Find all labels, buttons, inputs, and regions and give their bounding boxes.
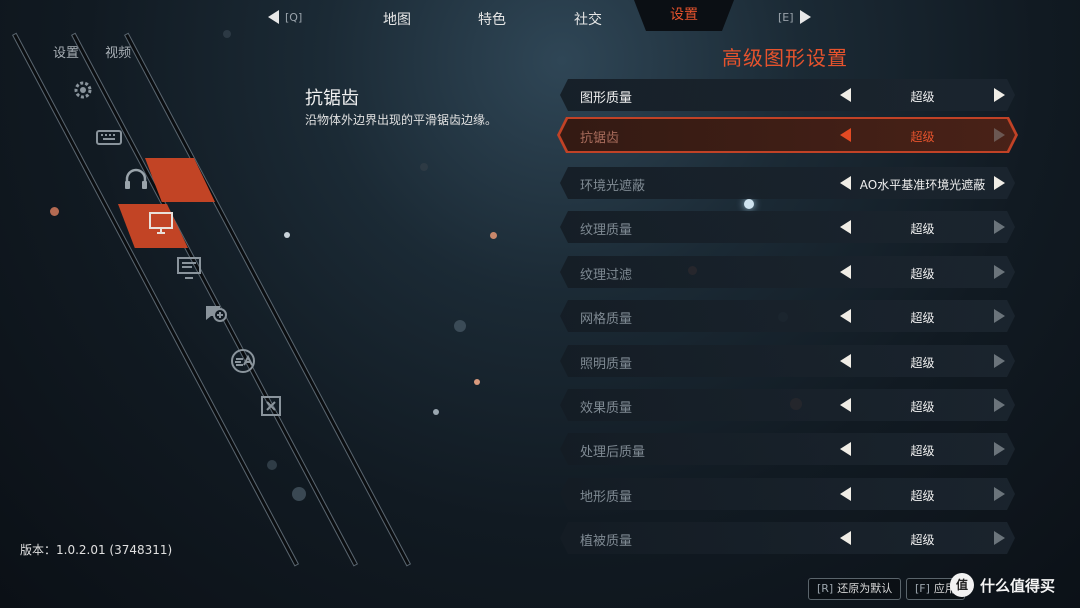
- setting-row-texture-quality[interactable]: 纹理质量 超级: [560, 211, 1015, 243]
- next-tab-hint[interactable]: [E]: [778, 10, 811, 24]
- setting-label: 植被质量: [580, 534, 633, 549]
- arrow-left-icon[interactable]: [840, 88, 851, 102]
- setting-row-effects-quality[interactable]: 效果质量 超级: [560, 389, 1015, 421]
- setting-label: 地形质量: [580, 490, 633, 505]
- arrow-left-icon[interactable]: [840, 309, 851, 323]
- tab-map[interactable]: 地图: [383, 9, 411, 29]
- setting-label: 抗锯齿: [580, 131, 620, 146]
- watermark-badge: 值: [950, 573, 974, 597]
- setting-label: 环境光遮蔽: [580, 179, 646, 194]
- breadcrumb-settings[interactable]: 设置: [53, 46, 79, 61]
- arrow-left-icon[interactable]: [840, 176, 851, 190]
- breadcrumb-video[interactable]: 视频: [105, 46, 131, 61]
- active-category-highlight: [145, 158, 215, 202]
- bokeh-particle: [744, 199, 754, 209]
- setting-value: 超级: [910, 130, 935, 144]
- arrow-left-icon[interactable]: [840, 487, 851, 501]
- option-description-text: 沿物体外边界出现的平滑锯齿边缘。: [305, 113, 498, 127]
- chat-plus-icon[interactable]: [201, 302, 231, 332]
- keyboard-icon[interactable]: [94, 124, 124, 154]
- setting-row-graphics-quality[interactable]: 图形质量 超级: [560, 79, 1015, 111]
- prev-key-label: [Q]: [285, 10, 303, 24]
- version-label: 版本：1.0.2.01 (3748311): [20, 543, 173, 557]
- bokeh-particle: [433, 409, 439, 415]
- arrow-right-icon[interactable]: [994, 309, 1005, 323]
- close-box-icon[interactable]: [256, 394, 286, 424]
- watermark: 值 什么值得买: [950, 572, 1070, 598]
- headphones-icon[interactable]: [121, 167, 151, 197]
- setting-row-vegetation-quality[interactable]: 植被质量 超级: [560, 522, 1015, 554]
- arrow-left-icon[interactable]: [840, 442, 851, 456]
- arrow-right-icon[interactable]: [994, 487, 1005, 501]
- arrow-right-icon[interactable]: [994, 265, 1005, 279]
- setting-row-terrain-quality[interactable]: 地形质量 超级: [560, 478, 1015, 510]
- watermark-text: 什么值得买: [980, 576, 1056, 595]
- prev-tab-hint[interactable]: [Q]: [268, 10, 302, 24]
- bokeh-particle: [490, 232, 497, 239]
- panel-title: 高级图形设置: [722, 46, 848, 70]
- bokeh-particle: [50, 207, 59, 216]
- arrow-left-icon[interactable]: [840, 354, 851, 368]
- arrow-left-icon[interactable]: [840, 265, 851, 279]
- setting-value: 超级: [910, 444, 935, 458]
- setting-value: 超级: [910, 90, 935, 104]
- bokeh-particle: [267, 460, 277, 470]
- arrow-left-icon[interactable]: [840, 128, 851, 142]
- arrow-right-icon[interactable]: [994, 88, 1005, 102]
- setting-row-anti-aliasing[interactable]: 抗锯齿 超级: [560, 119, 1015, 151]
- apply-key-label: [F]: [915, 582, 930, 595]
- bokeh-particle: [284, 232, 290, 238]
- arrow-right-icon: [799, 10, 811, 24]
- setting-row-ambient-occlusion[interactable]: 环境光遮蔽 AO水平基准环境光遮蔽: [560, 167, 1015, 199]
- setting-value: 超级: [910, 311, 935, 325]
- decorative-slash: [13, 34, 298, 566]
- setting-value: 超级: [910, 400, 935, 414]
- setting-value: 超级: [910, 356, 935, 370]
- setting-value: 超级: [910, 222, 935, 236]
- setting-value: 超级: [910, 533, 935, 547]
- setting-row-post-processing-quality[interactable]: 处理后质量 超级: [560, 433, 1015, 465]
- bokeh-particle: [420, 163, 428, 171]
- arrow-right-icon[interactable]: [994, 531, 1005, 545]
- bokeh-particle: [474, 379, 480, 385]
- setting-row-lighting-quality[interactable]: 照明质量 超级: [560, 345, 1015, 377]
- setting-label: 网格质量: [580, 312, 633, 327]
- reset-label: 还原为默认: [837, 582, 893, 595]
- arrow-left-icon: [268, 10, 279, 24]
- reset-defaults-button[interactable]: [R] 还原为默认: [808, 578, 902, 600]
- setting-label: 图形质量: [580, 91, 633, 106]
- option-description-title: 抗锯齿: [305, 88, 359, 109]
- arrow-right-icon[interactable]: [994, 354, 1005, 368]
- tab-settings[interactable]: 设置: [634, 0, 734, 31]
- tab-features[interactable]: 特色: [478, 9, 506, 29]
- monitor-icon[interactable]: [146, 211, 176, 241]
- gear-icon[interactable]: [68, 78, 98, 108]
- arrow-right-icon[interactable]: [994, 442, 1005, 456]
- arrow-right-icon[interactable]: [994, 220, 1005, 234]
- arrow-left-icon[interactable]: [840, 398, 851, 412]
- setting-value: 超级: [910, 489, 935, 503]
- next-key-label: [E]: [778, 10, 794, 24]
- bokeh-particle: [454, 320, 466, 332]
- arrow-right-icon[interactable]: [994, 128, 1005, 142]
- display-icon[interactable]: [174, 256, 204, 286]
- top-navigation: [Q] 地图 特色 社交 设置 [E]: [0, 0, 1080, 34]
- setting-value: AO水平基准环境光遮蔽: [859, 178, 986, 192]
- arrow-right-icon[interactable]: [994, 176, 1005, 190]
- bokeh-particle: [292, 487, 306, 501]
- setting-value: 超级: [910, 267, 935, 281]
- arrow-left-icon[interactable]: [840, 531, 851, 545]
- setting-label: 纹理质量: [580, 223, 633, 238]
- setting-label: 照明质量: [580, 357, 633, 372]
- setting-label: 处理后质量: [580, 445, 646, 460]
- arrow-left-icon[interactable]: [840, 220, 851, 234]
- tab-social[interactable]: 社交: [574, 9, 602, 29]
- setting-row-mesh-quality[interactable]: 网格质量 超级: [560, 300, 1015, 332]
- reset-key-label: [R]: [817, 582, 834, 595]
- setting-label: 效果质量: [580, 401, 633, 416]
- setting-row-texture-filtering[interactable]: 纹理过滤 超级: [560, 256, 1015, 288]
- ea-logo-icon[interactable]: [228, 348, 258, 378]
- arrow-right-icon[interactable]: [994, 398, 1005, 412]
- setting-label: 纹理过滤: [580, 268, 633, 283]
